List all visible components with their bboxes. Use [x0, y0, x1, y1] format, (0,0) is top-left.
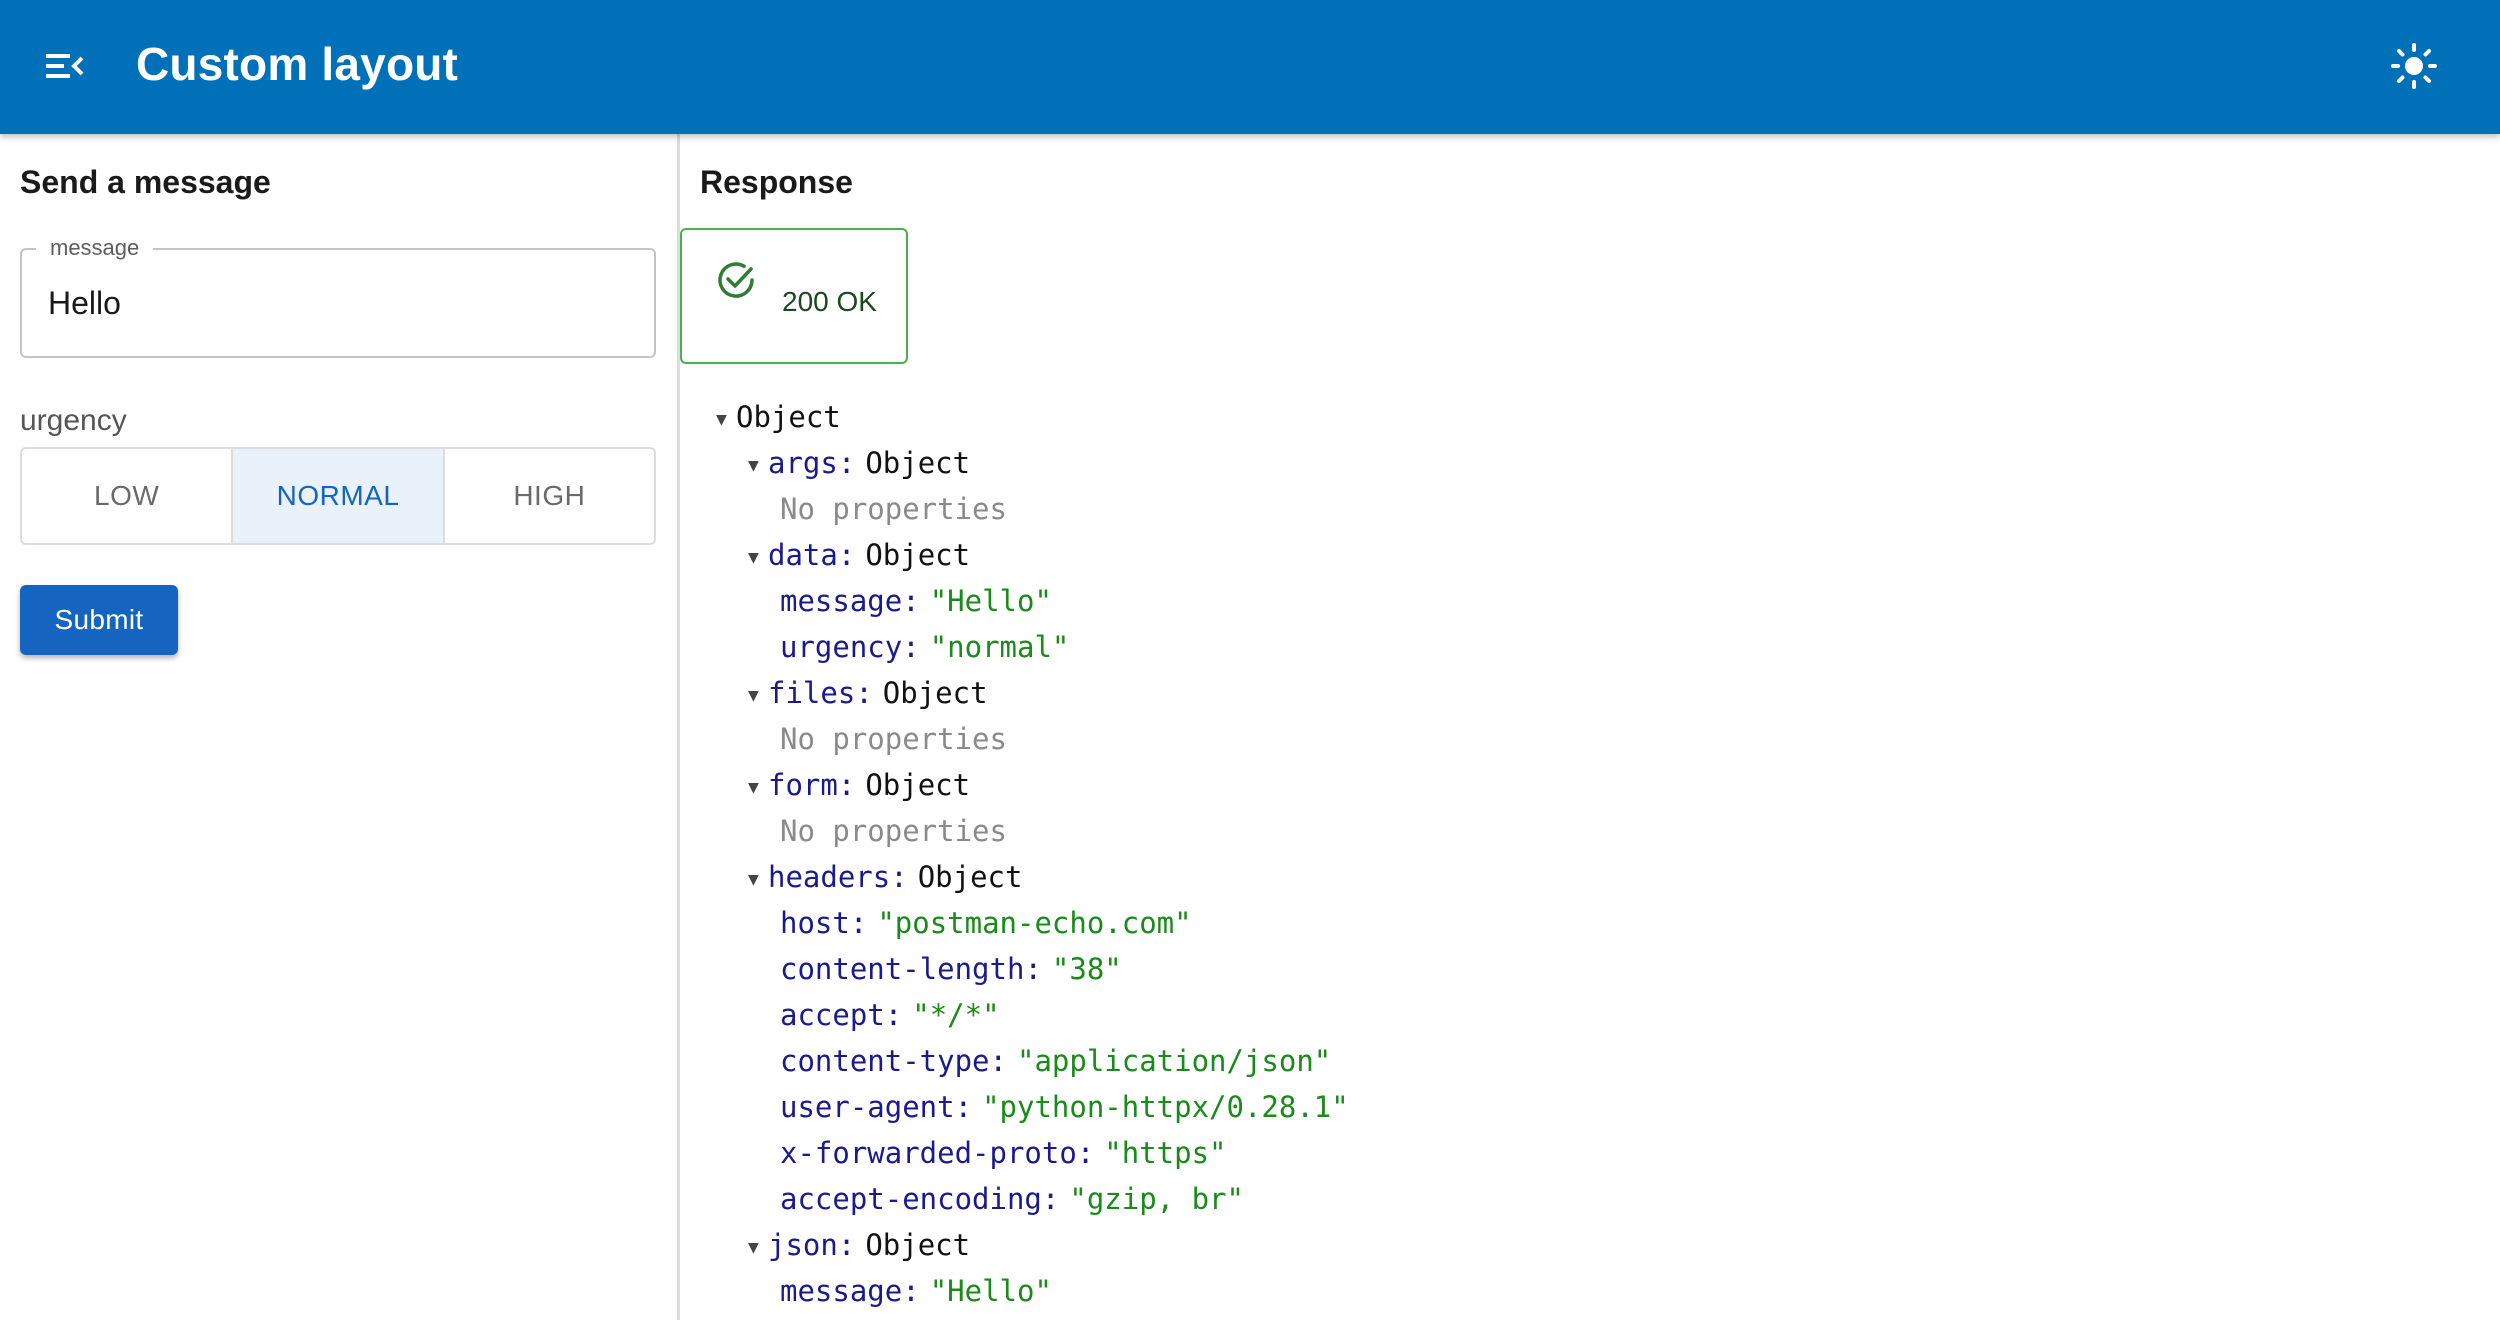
- tree-leaf-header-user-agent: user-agent: "python-httpx/0.28.1": [780, 1090, 1349, 1124]
- theme-toggle-button[interactable]: [2384, 36, 2444, 96]
- tree-leaf-header-accept-encoding: accept-encoding: "gzip, br": [780, 1182, 1244, 1216]
- message-field-label: message: [36, 235, 154, 261]
- args-no-properties: No properties: [780, 492, 1007, 526]
- tree-node-data[interactable]: ▼ data: Object: [748, 532, 970, 578]
- tree-leaf-data-urgency: urgency: "normal": [780, 630, 1070, 664]
- tree-leaf-header-content-length: content-length: "38": [780, 952, 1122, 986]
- tree-leaf-header-x-forwarded-proto: x-forwarded-proto: "https": [780, 1136, 1227, 1170]
- message-input[interactable]: [48, 272, 628, 334]
- caret-down-icon: ▼: [716, 409, 727, 430]
- tree-leaf-header-content-type: content-type: "application/json": [780, 1044, 1332, 1078]
- check-circle-icon: [718, 262, 754, 298]
- caret-down-icon: ▼: [748, 1237, 759, 1258]
- caret-down-icon: ▼: [748, 685, 759, 706]
- app-title: Custom layout: [136, 38, 459, 90]
- urgency-option-low[interactable]: LOW: [22, 449, 234, 543]
- send-message-title: Send a message: [20, 164, 271, 200]
- urgency-label: urgency: [20, 404, 127, 437]
- urgency-toggle-group: LOW NORMAL HIGH: [20, 447, 656, 545]
- menu-collapse-button[interactable]: [36, 38, 92, 94]
- files-no-properties: No properties: [780, 722, 1007, 756]
- status-text: 200 OK: [782, 286, 877, 317]
- tree-leaf-header-host: host: "postman-echo.com": [780, 906, 1192, 940]
- caret-down-icon: ▼: [748, 777, 759, 798]
- response-panel: Response 200 OK ▼ Object ▼ args: Object No …: [680, 134, 2500, 1320]
- caret-down-icon: ▼: [748, 869, 759, 890]
- tree-node-headers[interactable]: ▼ headers: Object: [748, 854, 1022, 900]
- urgency-option-high[interactable]: HIGH: [445, 449, 654, 543]
- caret-down-icon: ▼: [748, 455, 759, 476]
- response-title: Response: [700, 164, 853, 200]
- urgency-option-normal[interactable]: NORMAL: [233, 449, 445, 543]
- menu-collapse-icon: [46, 54, 84, 78]
- form-no-properties: No properties: [780, 814, 1007, 848]
- message-field[interactable]: message: [20, 235, 656, 358]
- sun-icon: [2391, 43, 2437, 89]
- tree-leaf-data-message: message: "Hello": [780, 584, 1052, 618]
- tree-node-root[interactable]: ▼ Object: [716, 394, 841, 440]
- tree-node-json[interactable]: ▼ json: Object: [748, 1222, 970, 1268]
- tree-node-form[interactable]: ▼ form: Object: [748, 762, 970, 808]
- tree-node-files[interactable]: ▼ files: Object: [748, 670, 988, 716]
- caret-down-icon: ▼: [748, 547, 759, 568]
- send-message-panel: Send a message message urgency LOW NORMA…: [0, 134, 680, 1320]
- app-bar: Custom layout: [0, 0, 2500, 134]
- tree-leaf-json-message: message: "Hello": [780, 1274, 1052, 1308]
- submit-button[interactable]: Submit: [20, 585, 178, 655]
- status-badge: 200 OK: [680, 228, 908, 364]
- tree-leaf-header-accept: accept: "*/*": [780, 998, 1000, 1032]
- tree-node-args[interactable]: ▼ args: Object: [748, 440, 970, 486]
